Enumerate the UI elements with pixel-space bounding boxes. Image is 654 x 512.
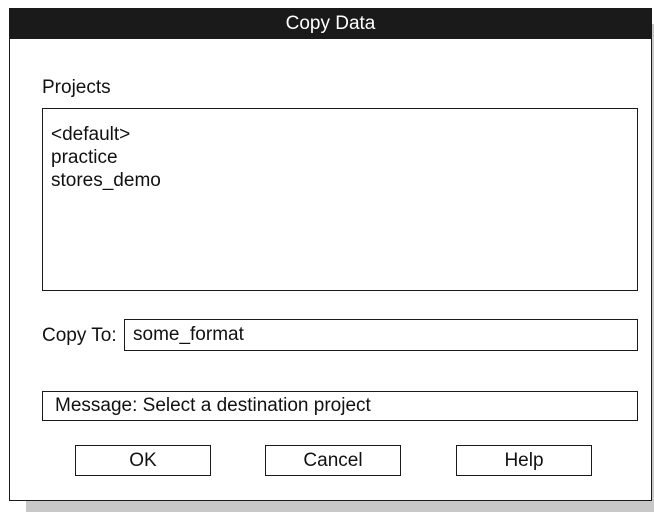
copy-data-dialog: Copy Data Projects <default> practice st… xyxy=(9,8,652,501)
list-item[interactable]: stores_demo xyxy=(51,169,637,192)
projects-listbox[interactable]: <default> practice stores_demo xyxy=(42,108,638,291)
projects-label: Projects xyxy=(42,77,111,98)
help-button[interactable]: Help xyxy=(456,445,592,476)
copy-to-label: Copy To: xyxy=(42,325,117,346)
list-item[interactable]: <default> xyxy=(51,123,637,146)
message-field: Message: Select a destination project xyxy=(42,391,638,421)
cancel-button[interactable]: Cancel xyxy=(265,445,401,476)
ok-button[interactable]: OK xyxy=(75,445,211,476)
copy-to-input[interactable]: some_format xyxy=(124,319,638,351)
dialog-title: Copy Data xyxy=(10,9,651,39)
list-item[interactable]: practice xyxy=(51,146,637,169)
